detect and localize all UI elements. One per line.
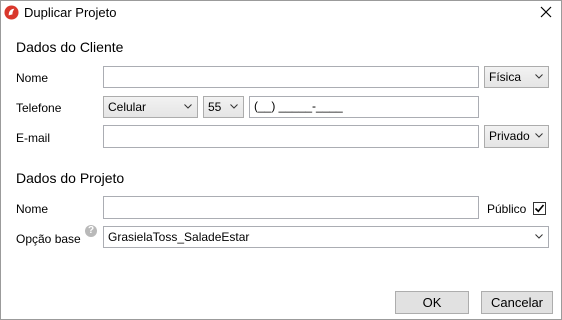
privacidade-value: Privado	[489, 129, 530, 143]
close-button[interactable]	[531, 1, 561, 25]
pessoa-select-value: Física	[489, 70, 522, 84]
section-title-projeto: Dados do Projeto	[16, 170, 125, 186]
close-icon	[540, 6, 552, 18]
cliente-nome-label: Nome	[16, 71, 49, 85]
cliente-nome-input[interactable]	[103, 66, 479, 88]
dialog-window: Duplicar Projeto Dados do Cliente Nome F…	[0, 0, 562, 320]
chevron-down-icon	[184, 104, 192, 109]
email-label: E-mail	[16, 131, 51, 145]
tipo-telefone-value: Celular	[108, 100, 147, 114]
telefone-input[interactable]: (__) _____-____	[249, 96, 479, 118]
cancel-button[interactable]: Cancelar	[481, 291, 553, 314]
window-title: Duplicar Projeto	[24, 5, 117, 20]
ddi-select[interactable]: 55	[203, 96, 244, 118]
app-logo-icon	[4, 5, 19, 20]
telefone-label: Telefone	[16, 101, 62, 115]
checkmark-icon	[534, 204, 545, 213]
chevron-down-icon	[535, 133, 543, 138]
ddi-value: 55	[208, 100, 222, 114]
projeto-nome-input[interactable]	[103, 196, 479, 219]
chevron-down-icon	[535, 74, 543, 79]
publico-checkbox[interactable]	[533, 202, 546, 215]
privacidade-select[interactable]: Privado	[484, 125, 549, 148]
help-icon[interactable]: ?	[85, 225, 97, 237]
section-title-cliente: Dados do Cliente	[16, 39, 124, 55]
email-input[interactable]	[103, 125, 479, 148]
opcao-base-label: Opção base	[16, 232, 81, 246]
title-bar: Duplicar Projeto	[1, 1, 561, 25]
tipo-telefone-select[interactable]: Celular	[103, 96, 198, 118]
projeto-nome-label: Nome	[16, 202, 49, 216]
ok-button[interactable]: OK	[395, 291, 469, 314]
pessoa-select[interactable]: Física	[484, 66, 549, 88]
opcao-base-select[interactable]: GrasielaToss_SaladeEstar	[103, 226, 549, 248]
chevron-down-icon	[230, 104, 238, 109]
publico-label: Público	[487, 202, 527, 216]
opcao-base-value: GrasielaToss_SaladeEstar	[108, 230, 250, 244]
chevron-down-icon	[535, 234, 543, 239]
